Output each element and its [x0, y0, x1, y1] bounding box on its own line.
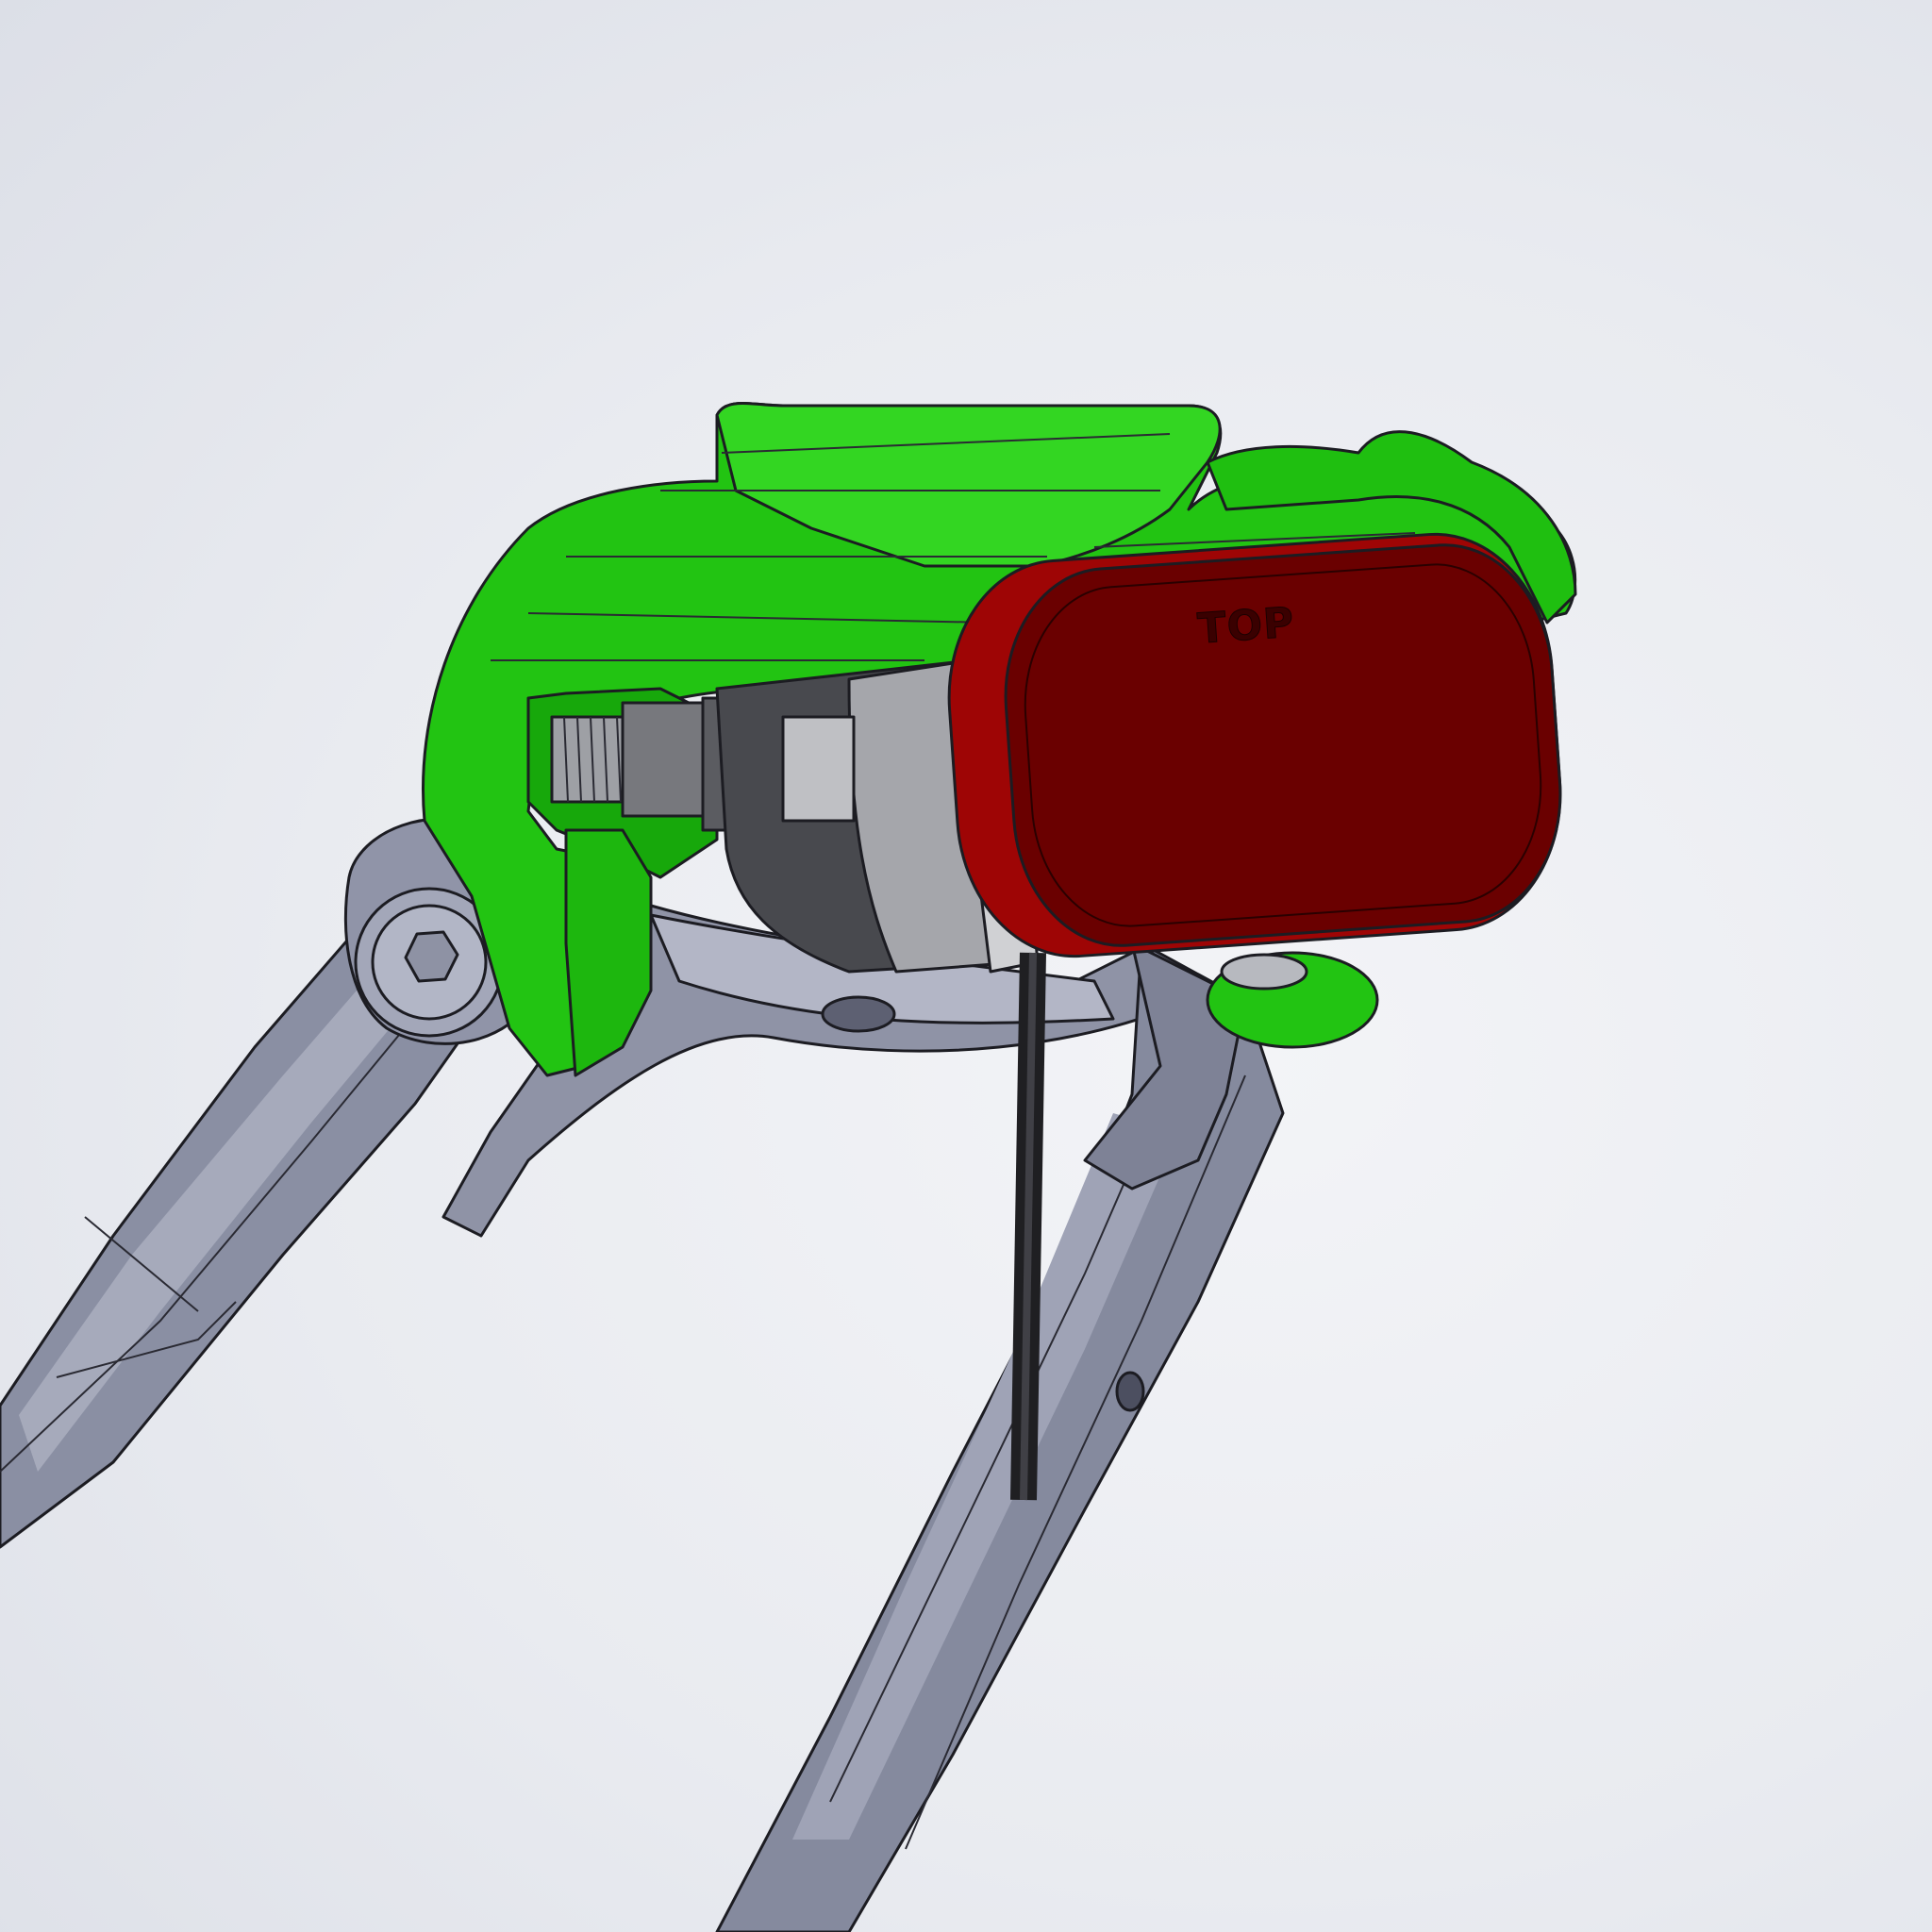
right-stay-highlight	[792, 1113, 1179, 1840]
cad-viewport: TOP	[0, 0, 1932, 1932]
housing-nut	[781, 715, 856, 823]
cad-model: TOP	[0, 402, 1577, 1932]
right-stay-hole	[1115, 1371, 1145, 1412]
rear-disc-hub	[1220, 953, 1308, 991]
tail-light: TOP	[947, 532, 1562, 958]
top-marking: TOP	[1196, 599, 1296, 654]
bridge-hole	[821, 995, 896, 1033]
hex-nut	[621, 701, 709, 818]
